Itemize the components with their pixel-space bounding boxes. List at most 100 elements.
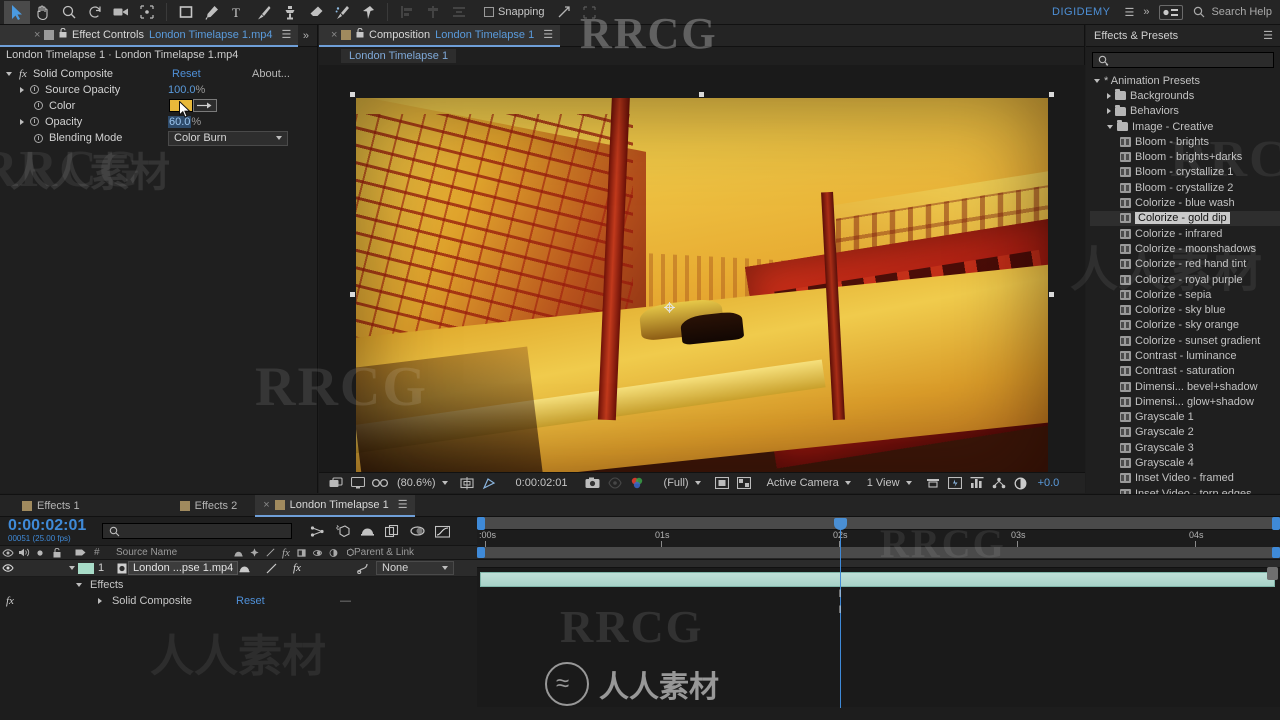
hide-shy-layers-icon[interactable]: [356, 521, 378, 541]
preset-list-item[interactable]: Colorize - sepia: [1090, 287, 1280, 302]
preset-list-item[interactable]: Colorize - sunset gradient: [1090, 333, 1280, 348]
effect-reset-link[interactable]: Reset: [172, 68, 201, 80]
preset-list-item[interactable]: Behaviors: [1090, 104, 1280, 119]
align-left-icon[interactable]: [394, 1, 420, 24]
composition-viewer[interactable]: [319, 65, 1085, 493]
renderer-icon[interactable]: [988, 474, 1010, 493]
stopwatch-icon[interactable]: [30, 85, 39, 94]
handle-ml[interactable]: [350, 292, 355, 297]
search-help[interactable]: Search Help: [1193, 6, 1272, 18]
handle-tc[interactable]: [699, 92, 704, 97]
chevron-right-icon[interactable]: [20, 119, 24, 125]
navigator-end-handle[interactable]: [1272, 547, 1280, 558]
time-navigator-bar[interactable]: [477, 547, 1280, 558]
navigator-start-handle[interactable]: [477, 547, 485, 558]
safe-zones-icon[interactable]: [456, 474, 478, 493]
preset-list-item[interactable]: Inset Video - framed: [1090, 471, 1280, 486]
property-value-wrap[interactable]: 60.0%: [168, 116, 201, 128]
close-icon[interactable]: ×: [263, 499, 269, 511]
exposure-value[interactable]: +0.0: [1032, 477, 1066, 489]
preset-list-item[interactable]: Colorize - sky blue: [1090, 302, 1280, 317]
align-center-icon[interactable]: [420, 1, 446, 24]
selection-tool-icon[interactable]: [4, 1, 30, 24]
work-area-bar[interactable]: [477, 517, 1280, 530]
snap-arrow-icon[interactable]: [551, 1, 577, 24]
preset-list-item[interactable]: Backgrounds: [1090, 88, 1280, 103]
chevron-down-icon[interactable]: [1094, 79, 1100, 83]
timeline-search-input[interactable]: [102, 523, 292, 539]
preset-list-item[interactable]: Dimensi... bevel+shadow: [1090, 379, 1280, 394]
effects-presets-search[interactable]: [1092, 52, 1274, 68]
preset-list-item[interactable]: Colorize - gold dip: [1090, 211, 1280, 226]
region-of-interest-icon[interactable]: [711, 474, 733, 493]
handle-tr[interactable]: [1049, 92, 1054, 97]
bounding-box-icon[interactable]: [577, 1, 603, 24]
preset-list-item[interactable]: Bloom - crystallize 1: [1090, 165, 1280, 180]
tab-composition[interactable]: × Composition London Timelapse 1 ☰: [319, 25, 560, 47]
current-time-indicator-head[interactable]: [834, 518, 847, 530]
preset-list-item[interactable]: Colorize - sky orange: [1090, 318, 1280, 333]
preset-list-item[interactable]: Image - Creative: [1090, 119, 1280, 134]
preset-list-item[interactable]: Colorize - moonshadows: [1090, 241, 1280, 256]
effect-about-link[interactable]: About...: [252, 68, 290, 80]
preset-list-item[interactable]: Bloom - brights+darks: [1090, 149, 1280, 164]
layer-source-name[interactable]: London ...pse 1.mp4: [128, 561, 238, 575]
chevron-down-icon[interactable]: [1107, 125, 1113, 129]
pixel-aspect-icon[interactable]: [922, 474, 944, 493]
fast-previews-icon[interactable]: [944, 474, 966, 493]
timeline-graph-icon[interactable]: [966, 474, 988, 493]
effects-presets-tree[interactable]: * Animation PresetsBackgroundsBehaviorsI…: [1086, 73, 1280, 501]
exposure-icon[interactable]: [1010, 474, 1032, 493]
layer-parent-link[interactable]: None: [357, 561, 454, 575]
preset-list-item[interactable]: Grayscale 2: [1090, 425, 1280, 440]
tab-effects-1[interactable]: Effects 1: [14, 495, 88, 517]
camera-tool-icon[interactable]: [108, 1, 134, 24]
close-icon[interactable]: ×: [34, 29, 40, 41]
workspace-label[interactable]: DIGIDEMY: [1052, 6, 1110, 18]
puppet-pin-tool-icon[interactable]: [355, 1, 381, 24]
lock-icon[interactable]: [59, 28, 67, 41]
hand-tool-icon[interactable]: [30, 1, 56, 24]
layer-video-toggle[interactable]: [0, 564, 16, 572]
type-tool-icon[interactable]: T: [225, 1, 251, 24]
resolution-value[interactable]: (Full): [658, 477, 695, 489]
preset-list-item[interactable]: Bloom - crystallize 2: [1090, 180, 1280, 195]
chevron-right-icon[interactable]: [98, 598, 102, 604]
preset-list-item[interactable]: Colorize - infrared: [1090, 226, 1280, 241]
chevron-right-icon[interactable]: [1107, 93, 1111, 99]
mask-path-icon[interactable]: [478, 474, 500, 493]
chevron-right-icon[interactable]: [1107, 108, 1111, 114]
preset-list-item[interactable]: Colorize - red hand tint: [1090, 257, 1280, 272]
chevron-down-icon[interactable]: [76, 583, 82, 587]
stopwatch-icon[interactable]: [34, 101, 43, 110]
color-swatch[interactable]: [169, 99, 193, 112]
preset-list-item[interactable]: Colorize - blue wash: [1090, 195, 1280, 210]
property-row-color[interactable]: Color: [0, 97, 317, 114]
panel-menu-icon[interactable]: ☰: [398, 498, 407, 511]
handle-tl[interactable]: [350, 92, 355, 97]
panel-menu-icon[interactable]: ☰: [543, 28, 552, 41]
layer-label-color[interactable]: [78, 563, 94, 574]
camera-value[interactable]: Active Camera: [761, 477, 845, 489]
tab-london-timelapse-1[interactable]: ×London Timelapse 1☰: [255, 495, 414, 517]
chevron-down-icon[interactable]: [6, 72, 12, 76]
work-area-start-handle[interactable]: [477, 517, 485, 530]
chevron-right-icon[interactable]: [20, 87, 24, 93]
effect-reset-link[interactable]: Reset: [236, 595, 265, 607]
layer-expand-chevron-icon[interactable]: [66, 566, 78, 570]
parent-dropdown[interactable]: None: [376, 561, 454, 575]
keyframe-marker-1[interactable]: I: [837, 588, 843, 600]
preset-list-item[interactable]: Contrast - saturation: [1090, 364, 1280, 379]
align-distribute-icon[interactable]: [446, 1, 472, 24]
preset-list-item[interactable]: Grayscale 4: [1090, 455, 1280, 470]
blending-mode-dropdown[interactable]: Color Burn: [168, 131, 288, 146]
property-row-blending-mode[interactable]: Blending Mode Color Burn: [0, 129, 317, 147]
current-time-display[interactable]: 0:00:02:01: [510, 477, 574, 489]
motion-blur-icon[interactable]: [406, 521, 428, 541]
clone-stamp-tool-icon[interactable]: [277, 1, 303, 24]
composition-mini-flowchart-icon[interactable]: [306, 521, 328, 541]
scroll-thumb[interactable]: [1267, 567, 1278, 580]
stopwatch-icon[interactable]: [34, 134, 43, 143]
comp-name-chip[interactable]: London Timelapse 1: [341, 49, 456, 63]
panel-overflow-icon[interactable]: »: [303, 30, 309, 42]
